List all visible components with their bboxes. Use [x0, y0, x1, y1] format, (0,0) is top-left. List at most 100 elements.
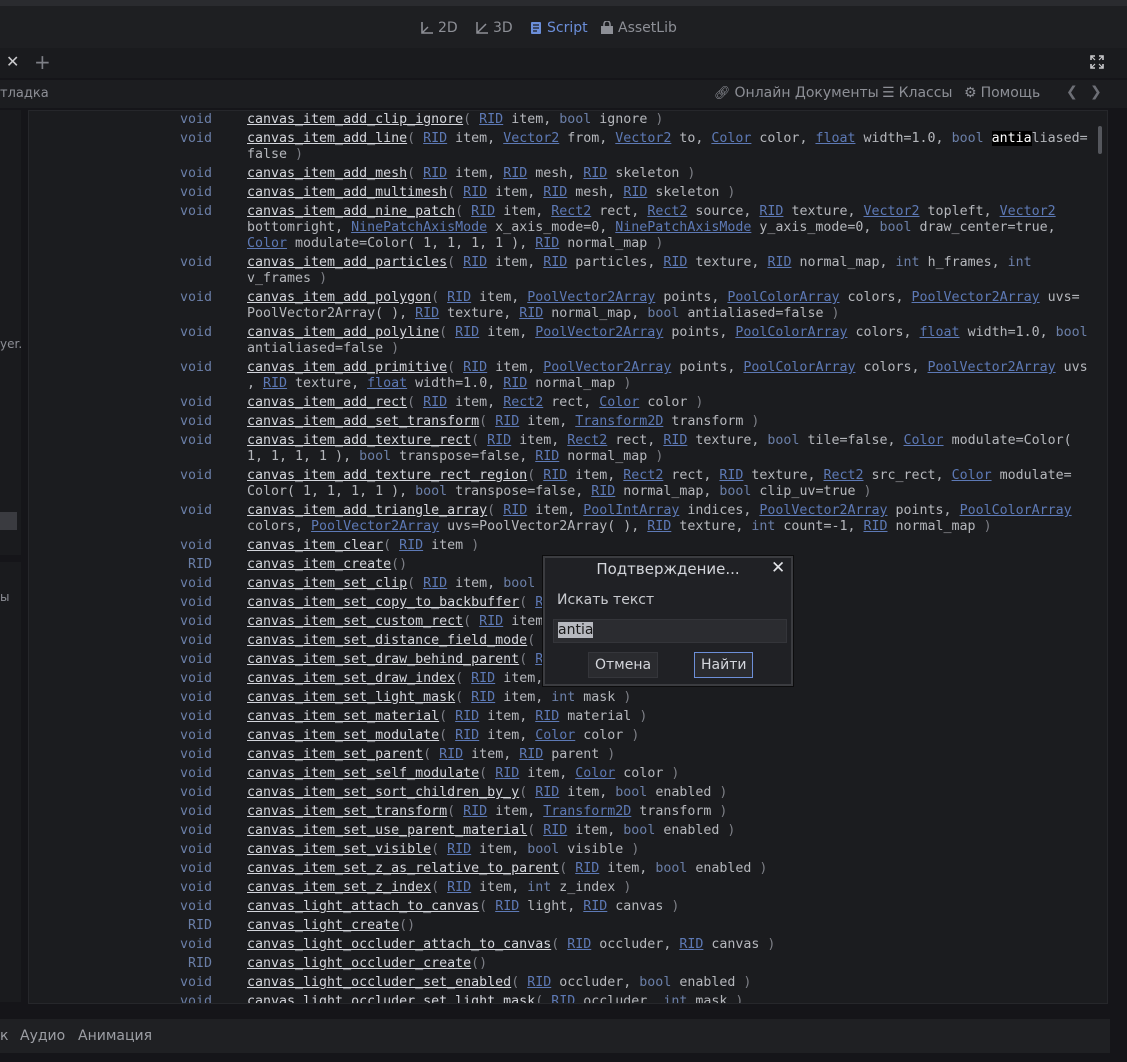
method-link[interactable]: canvas_item_add_multimesh	[247, 185, 447, 200]
method-link[interactable]: canvas_item_set_material	[247, 709, 439, 724]
type-link[interactable]: RID	[495, 766, 519, 781]
method-link[interactable]: canvas_item_set_z_as_relative_to_parent	[247, 861, 559, 876]
type-link[interactable]: RID	[463, 255, 487, 270]
mode-assetlib-button[interactable]: AssetLib	[600, 19, 677, 37]
type-link[interactable]: Vector2	[1000, 204, 1056, 219]
type-link[interactable]: PoolColorArray	[960, 503, 1072, 518]
method-link[interactable]: canvas_item_add_texture_rect_region	[247, 468, 527, 483]
method-link[interactable]: canvas_item_set_transform	[247, 804, 447, 819]
type-link[interactable]: RID	[447, 842, 471, 857]
method-link[interactable]: canvas_item_add_polyline	[247, 325, 439, 340]
type-link[interactable]: RID	[439, 747, 463, 762]
type-link[interactable]: Vector2	[864, 204, 920, 219]
type-link[interactable]: Rect2	[503, 395, 543, 410]
type-link[interactable]: Color	[711, 131, 751, 146]
method-link[interactable]: canvas_light_occluder_create	[247, 956, 471, 971]
type-link[interactable]: RID	[447, 880, 471, 895]
method-link[interactable]: canvas_item_clear	[247, 538, 383, 553]
method-link[interactable]: canvas_item_add_nine_patch	[247, 204, 455, 219]
type-link[interactable]: RID	[263, 376, 287, 391]
return-type[interactable]: RID	[29, 956, 212, 972]
type-link[interactable]: PoolVector2Array	[759, 503, 887, 518]
add-tab-icon[interactable]: +	[34, 50, 51, 74]
method-link[interactable]: canvas_item_add_set_transform	[247, 414, 479, 429]
method-link[interactable]: canvas_item_add_texture_rect	[247, 433, 471, 448]
method-link[interactable]: canvas_item_add_rect	[247, 395, 407, 410]
method-link[interactable]: canvas_item_add_mesh	[247, 166, 407, 181]
debug-menu[interactable]: тладка	[0, 86, 49, 101]
find-button[interactable]: Найти	[694, 652, 754, 678]
type-link[interactable]: RID	[583, 166, 607, 181]
type-link[interactable]: PoolVector2Array	[912, 290, 1040, 305]
type-link[interactable]: float	[815, 131, 855, 146]
type-link[interactable]: RID	[543, 185, 567, 200]
method-link[interactable]: canvas_item_set_visible	[247, 842, 431, 857]
type-link[interactable]: RID	[551, 994, 575, 1003]
type-link[interactable]: Color	[247, 236, 287, 251]
type-link[interactable]: RID	[463, 185, 487, 200]
type-link[interactable]: PoolVector2Array	[527, 290, 655, 305]
type-link[interactable]: Color	[904, 433, 944, 448]
method-link[interactable]: canvas_item_set_sort_children_by_y	[247, 785, 519, 800]
type-link[interactable]: RID	[535, 236, 559, 251]
method-link[interactable]: canvas_item_set_distance_field_mode	[247, 633, 527, 648]
type-link[interactable]: RID	[535, 709, 559, 724]
type-link[interactable]: RID	[471, 690, 495, 705]
type-link[interactable]: Vector2	[503, 131, 559, 146]
type-link[interactable]: RID	[463, 360, 487, 375]
type-link[interactable]: float	[920, 325, 960, 340]
type-link[interactable]: RID	[575, 861, 599, 876]
type-link[interactable]: RID	[679, 937, 703, 952]
type-link[interactable]: RID	[535, 785, 559, 800]
type-link[interactable]: PoolVector2Array	[928, 360, 1056, 375]
type-link[interactable]: RID	[423, 131, 447, 146]
type-link[interactable]: RID	[503, 376, 527, 391]
type-link[interactable]: RID	[543, 823, 567, 838]
return-type[interactable]: RID	[29, 918, 212, 934]
classes-button[interactable]: ☰ Классы	[882, 85, 952, 101]
type-link[interactable]: RID	[399, 538, 423, 553]
type-link[interactable]: PoolColorArray	[743, 360, 855, 375]
bottom-tab-partial[interactable]: к	[0, 1028, 8, 1044]
type-link[interactable]: RID	[503, 166, 527, 181]
method-link[interactable]: canvas_light_attach_to_canvas	[247, 899, 479, 914]
type-link[interactable]: RID	[463, 804, 487, 819]
type-link[interactable]: RID	[487, 433, 511, 448]
type-link[interactable]: RID	[863, 519, 887, 534]
type-link[interactable]: RID	[663, 255, 687, 270]
type-link[interactable]: RID	[519, 306, 543, 321]
type-link[interactable]: Vector2	[615, 131, 671, 146]
vertical-scrollbar[interactable]	[1098, 126, 1102, 154]
method-link[interactable]: canvas_item_set_parent	[247, 747, 423, 762]
method-link[interactable]: canvas_light_create	[247, 918, 399, 933]
type-link[interactable]: RID	[471, 671, 495, 686]
type-link[interactable]: RID	[455, 728, 479, 743]
method-link[interactable]: canvas_item_set_custom_rect	[247, 614, 463, 629]
type-link[interactable]: PoolColorArray	[727, 290, 839, 305]
close-tab-icon[interactable]: ✕	[6, 52, 19, 71]
type-link[interactable]: RID	[591, 484, 615, 499]
type-link[interactable]: RID	[663, 433, 687, 448]
method-link[interactable]: canvas_item_add_primitive	[247, 360, 447, 375]
type-link[interactable]: RID	[759, 204, 783, 219]
method-link[interactable]: canvas_item_set_copy_to_backbuffer	[247, 595, 519, 610]
type-link[interactable]: RID	[543, 255, 567, 270]
expand-icon[interactable]	[1090, 55, 1104, 69]
method-link[interactable]: canvas_item_set_use_parent_material	[247, 823, 527, 838]
type-link[interactable]: Color	[575, 766, 615, 781]
method-link[interactable]: canvas_item_set_draw_behind_parent	[247, 652, 519, 667]
type-link[interactable]: Rect2	[647, 204, 687, 219]
method-link[interactable]: canvas_light_occluder_attach_to_canvas	[247, 937, 551, 952]
search-input[interactable]: antia	[553, 619, 787, 643]
type-link[interactable]: RID	[583, 899, 607, 914]
online-docs-button[interactable]: 🔗︎ Онлайн Документы	[714, 85, 879, 101]
method-link[interactable]: canvas_item_add_clip_ignore	[247, 112, 463, 127]
type-link[interactable]: RID	[543, 468, 567, 483]
type-link[interactable]: RID	[647, 519, 671, 534]
type-link[interactable]: Color	[599, 395, 639, 410]
mode-2d-button[interactable]: 2D	[420, 19, 458, 37]
method-link[interactable]: canvas_item_add_particles	[247, 255, 447, 270]
close-icon[interactable]: ✕	[771, 558, 785, 578]
type-link[interactable]: NinePatchAxisMode	[351, 220, 487, 235]
back-arrow-icon[interactable]: ❮	[1066, 84, 1078, 100]
